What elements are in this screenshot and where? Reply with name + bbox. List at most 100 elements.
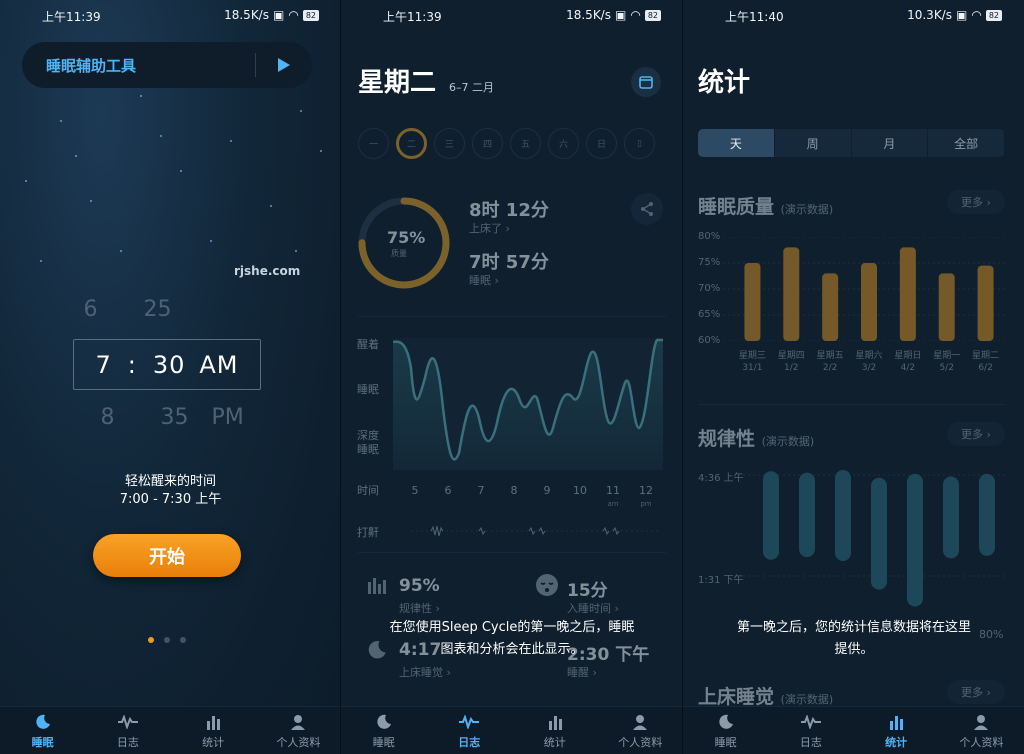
tab-bar: 睡眠 日志 统计 个人资料 bbox=[0, 706, 341, 754]
star-dot bbox=[300, 110, 302, 112]
tab-bar: 睡眠 日志 统计 个人资料 bbox=[341, 706, 683, 754]
status-time: 上午11:40 bbox=[725, 10, 784, 24]
divider bbox=[358, 552, 666, 553]
pulse-icon bbox=[117, 712, 138, 732]
journal-screen: 上午11:39 18.5K/s ▣ ◠ 82 星期二 6–7 二月 一 二 三 … bbox=[341, 0, 683, 754]
bedtime-label[interactable]: 上床睡觉 › bbox=[399, 664, 451, 680]
tab-stats[interactable]: 统计 bbox=[854, 707, 939, 754]
fall-asleep-label[interactable]: 入睡时间 › bbox=[567, 600, 619, 616]
star-dot bbox=[295, 250, 297, 252]
tab-journal[interactable]: 日志 bbox=[427, 707, 513, 754]
x-tick-sub: am bbox=[607, 500, 619, 508]
empty-state-message: 在您使用Sleep Cycle的第一晚之后，睡眠 图表和分析会在此显示。 bbox=[389, 620, 635, 657]
sleepy-face-icon bbox=[535, 573, 559, 601]
bedtime-more-button[interactable]: 更多 › bbox=[947, 680, 1005, 704]
quality-percent: 75% bbox=[387, 228, 426, 247]
segment-month[interactable]: 月 bbox=[852, 129, 929, 157]
tab-profile[interactable]: 个人资料 bbox=[256, 707, 341, 754]
sleep-aid-bar[interactable]: 睡眠辅助工具 bbox=[22, 42, 312, 88]
week-selector: 一 二 三 四 五 六 日 ▯ bbox=[358, 128, 655, 159]
share-icon[interactable] bbox=[631, 193, 663, 225]
tab-profile[interactable]: 个人资料 bbox=[939, 707, 1024, 754]
page-indicator bbox=[148, 637, 186, 643]
wifi-icon: ◠ bbox=[288, 8, 299, 22]
regularity-icon bbox=[367, 576, 389, 598]
y-tick-label: 80% bbox=[698, 231, 721, 242]
picker-row-above[interactable]: 6 25 bbox=[0, 297, 341, 322]
day-mon[interactable]: 一 bbox=[358, 128, 389, 159]
watermark: rjshe.com bbox=[234, 264, 301, 278]
play-icon[interactable] bbox=[256, 57, 312, 73]
note-icon[interactable]: ▯ bbox=[624, 128, 655, 159]
tab-journal[interactable]: 日志 bbox=[768, 707, 853, 754]
tab-sleep[interactable]: 睡眠 bbox=[341, 707, 427, 754]
x-tick-label: 星期三 31/1 bbox=[738, 351, 766, 373]
empty-state-message: 第一晚之后，您的统计信息数据将在这里 提供。 bbox=[736, 620, 971, 657]
x-tick-label: 星期二 6/2 bbox=[972, 351, 1000, 373]
star-dot bbox=[180, 170, 182, 172]
wakeup-label[interactable]: 睡醒 › bbox=[567, 664, 597, 680]
x-tick-label: 星期一 5/2 bbox=[933, 351, 961, 373]
quality-section-title: 睡眠质量 (演示数据) bbox=[698, 196, 834, 218]
star-dot bbox=[160, 135, 162, 137]
person-icon bbox=[290, 712, 306, 732]
regularity-more-button[interactable]: 更多 › bbox=[947, 422, 1005, 446]
tab-stats[interactable]: 统计 bbox=[171, 707, 256, 754]
wake-window-range: 7:00 - 7:30 上午 bbox=[119, 492, 222, 507]
day-thu[interactable]: 四 bbox=[472, 128, 503, 159]
star-dot bbox=[270, 205, 272, 207]
start-button[interactable]: 开始 bbox=[93, 534, 241, 577]
status-time: 上午11:39 bbox=[383, 10, 442, 24]
person-icon bbox=[973, 712, 989, 732]
quality-bar bbox=[822, 273, 839, 341]
moon-icon bbox=[35, 712, 51, 732]
status-bar: 上午11:39 18.5K/s ▣ ◠ 82 bbox=[341, 6, 683, 26]
wifi-icon: ◠ bbox=[971, 8, 982, 22]
day-fri[interactable]: 五 bbox=[510, 128, 541, 159]
tab-sleep[interactable]: 睡眠 bbox=[683, 707, 768, 754]
quality-more-button[interactable]: 更多 › bbox=[947, 190, 1005, 214]
moon-icon bbox=[376, 712, 392, 732]
y-label-awake: 醒着 bbox=[357, 338, 379, 351]
period-selector: 天 周 月 全部 bbox=[698, 129, 1005, 157]
snore-label: 打鼾 bbox=[357, 526, 379, 539]
segment-all[interactable]: 全部 bbox=[928, 129, 1005, 157]
regularity-label[interactable]: 规律性 › bbox=[399, 600, 440, 616]
calendar-icon[interactable] bbox=[631, 67, 661, 97]
tab-stats[interactable]: 统计 bbox=[512, 707, 598, 754]
in-bed-label[interactable]: 上床了 › bbox=[469, 220, 510, 236]
page-title: 星期二 bbox=[358, 68, 437, 98]
tab-journal[interactable]: 日志 bbox=[85, 707, 170, 754]
day-wed[interactable]: 三 bbox=[434, 128, 465, 159]
segment-day[interactable]: 天 bbox=[698, 129, 775, 157]
time-picker-selected[interactable]: 7 : 30 AM bbox=[73, 339, 261, 390]
bars-icon bbox=[888, 712, 904, 732]
asleep-label[interactable]: 睡眠 › bbox=[469, 272, 499, 288]
star-dot bbox=[210, 240, 212, 242]
quality-bar bbox=[977, 265, 994, 341]
status-bar: 上午11:40 10.3K/s ▣ ◠ 82 bbox=[683, 6, 1024, 26]
in-bed-value: 8时 12分 bbox=[469, 200, 549, 221]
battery-icon: 82 bbox=[302, 9, 319, 21]
regularity-bar bbox=[799, 472, 815, 558]
wifi-icon: ◠ bbox=[630, 8, 641, 22]
sim-icon: ▣ bbox=[955, 8, 968, 22]
segment-week[interactable]: 周 bbox=[775, 129, 852, 157]
tab-sleep[interactable]: 睡眠 bbox=[0, 707, 85, 754]
regularity-bar bbox=[871, 477, 887, 590]
sim-icon: ▣ bbox=[614, 8, 627, 22]
day-sun[interactable]: 日 bbox=[586, 128, 617, 159]
date-range: 6–7 二月 bbox=[449, 81, 494, 94]
tab-profile[interactable]: 个人资料 bbox=[598, 707, 684, 754]
day-tue[interactable]: 二 bbox=[396, 128, 427, 159]
x-tick: 12 bbox=[639, 484, 653, 497]
fall-asleep-value: 15分 bbox=[567, 581, 608, 601]
x-tick: 8 bbox=[510, 484, 518, 497]
quality-label: 质量 bbox=[391, 249, 407, 258]
moon-icon bbox=[718, 712, 734, 732]
y-tick-label: 70% bbox=[698, 283, 721, 294]
regularity-bar bbox=[943, 476, 959, 559]
day-sat[interactable]: 六 bbox=[548, 128, 579, 159]
x-tick: 10 bbox=[573, 484, 587, 497]
picker-row-below[interactable]: 8 35 PM bbox=[0, 405, 341, 430]
